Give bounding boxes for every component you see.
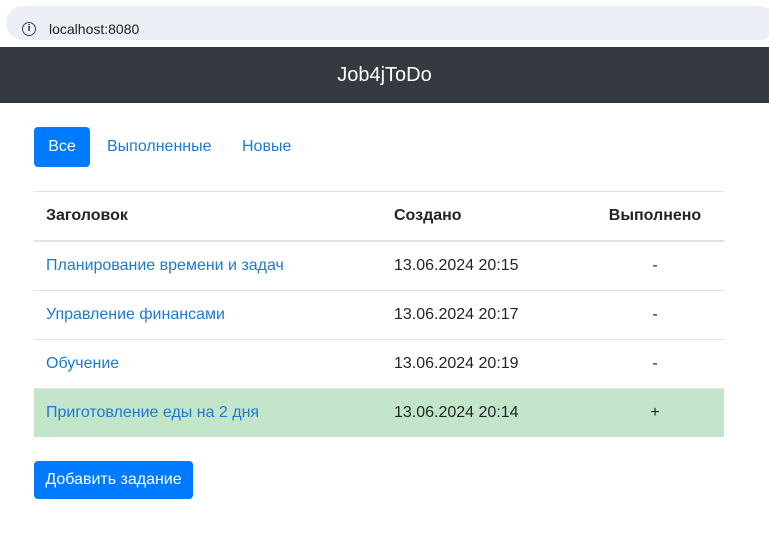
table-row: Обучение 13.06.2024 20:19 - [34,339,724,389]
tasks-table: Заголовок Создано Выполнено Планирование… [34,191,724,437]
filter-tab-new[interactable]: Новые [242,127,291,167]
url-field[interactable]: i localhost:8080 [6,6,769,40]
table-row: Планирование времени и задач 13.06.2024 … [34,240,724,291]
info-icon[interactable]: i [22,22,36,36]
table-header-row: Заголовок Создано Выполнено [34,191,724,242]
task-created-cell: 13.06.2024 20:15 [382,240,586,291]
task-link[interactable]: Приготовление еды на 2 дня [46,404,259,421]
task-link[interactable]: Обучение [46,355,119,372]
task-created-cell: 13.06.2024 20:14 [382,388,586,437]
table-row-completed: Приготовление еды на 2 дня 13.06.2024 20… [34,388,724,437]
filter-tab-all[interactable]: Все [34,127,90,167]
column-header-done: Выполнено [586,191,724,242]
url-text[interactable]: localhost:8080 [49,20,139,38]
task-done-cell: - [586,290,724,340]
task-title-cell: Управление финансами [34,290,382,340]
column-header-title: Заголовок [34,191,382,242]
filter-tab-completed[interactable]: Выполненные [107,127,212,167]
task-title-cell: Приготовление еды на 2 дня [34,388,382,437]
task-title-cell: Обучение [34,339,382,389]
column-header-created: Создано [382,191,586,242]
task-created-cell: 13.06.2024 20:19 [382,339,586,389]
navbar-brand[interactable]: Job4jToDo [0,47,769,103]
task-link[interactable]: Управление финансами [46,306,225,323]
navbar: Job4jToDo [0,47,769,103]
add-task-button[interactable]: Добавить задание [34,461,193,499]
table-row: Управление финансами 13.06.2024 20:17 - [34,290,724,340]
task-done-cell: - [586,240,724,291]
task-link[interactable]: Планирование времени и задач [46,257,284,274]
task-done-cell: - [586,339,724,389]
task-created-cell: 13.06.2024 20:17 [382,290,586,340]
browser-address-bar: i localhost:8080 [0,0,769,46]
task-done-cell: + [586,388,724,437]
task-title-cell: Планирование времени и задач [34,240,382,291]
